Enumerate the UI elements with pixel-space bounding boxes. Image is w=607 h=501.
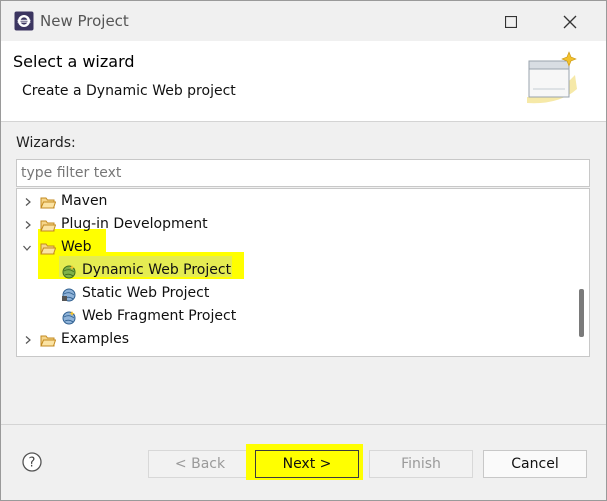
tree-item-label: Web bbox=[61, 239, 92, 255]
tree-item-maven[interactable]: Maven bbox=[17, 191, 565, 214]
eclipse-app-icon bbox=[14, 11, 34, 31]
back-button[interactable]: < Back bbox=[148, 450, 252, 478]
tree-item-label: Examples bbox=[61, 331, 130, 347]
tree-item-label: Plug-in Development bbox=[61, 216, 208, 232]
page-title: Select a wizard bbox=[13, 52, 135, 71]
title-bar: New Project bbox=[1, 1, 606, 41]
page-description: Create a Dynamic Web project bbox=[22, 83, 236, 99]
maximize-button[interactable] bbox=[495, 9, 527, 35]
help-icon[interactable]: ? bbox=[22, 452, 42, 472]
chevron-down-icon[interactable] bbox=[22, 243, 32, 253]
filter-input[interactable] bbox=[16, 159, 590, 187]
tree-item-label: Web Fragment Project bbox=[82, 308, 237, 324]
chevron-right-icon[interactable] bbox=[23, 335, 33, 345]
new-wizard-banner-icon bbox=[527, 51, 577, 104]
tree-item-examples[interactable]: Examples bbox=[17, 329, 565, 352]
wizard-header: Select a wizard Create a Dynamic Web pro… bbox=[1, 41, 606, 122]
chevron-right-icon[interactable] bbox=[23, 197, 33, 207]
folder-icon bbox=[40, 220, 56, 232]
maximize-icon bbox=[505, 16, 517, 28]
window-title: New Project bbox=[40, 12, 129, 30]
tree-item-label: Maven bbox=[61, 193, 108, 209]
chevron-right-icon[interactable] bbox=[23, 220, 33, 230]
tree-item-static-web-project[interactable]: Static Web Project bbox=[17, 283, 565, 306]
tree-item-dynamic-web-project[interactable]: Dynamic Web Project bbox=[17, 260, 565, 283]
new-project-dialog: New Project Select a wizard Create a Dyn… bbox=[0, 0, 607, 501]
tree-item-web-fragment-project[interactable]: Web Fragment Project bbox=[17, 306, 565, 329]
open-folder-icon bbox=[40, 243, 56, 255]
wizard-tree[interactable]: Maven Plug-in Development Web Dynamic We… bbox=[16, 188, 590, 357]
wizard-content: Wizards: Maven Plug-in Development bbox=[1, 122, 606, 422]
close-icon bbox=[563, 15, 577, 29]
button-bar: ? < Back Next > Finish Cancel bbox=[1, 424, 606, 500]
finish-button[interactable]: Finish bbox=[369, 450, 473, 478]
next-button[interactable]: Next > bbox=[255, 450, 359, 478]
tree-item-label: Dynamic Web Project bbox=[82, 262, 232, 278]
tree-scrollbar[interactable] bbox=[571, 189, 589, 356]
static-web-project-icon bbox=[62, 288, 76, 302]
tree-item-plugin-development[interactable]: Plug-in Development bbox=[17, 214, 565, 237]
tree-item-label: Static Web Project bbox=[82, 285, 210, 301]
wizards-label: Wizards: bbox=[16, 135, 76, 151]
folder-icon bbox=[40, 197, 56, 209]
folder-icon bbox=[40, 335, 56, 347]
web-fragment-project-icon bbox=[62, 311, 76, 325]
dynamic-web-project-icon bbox=[62, 265, 76, 279]
cancel-button[interactable]: Cancel bbox=[483, 450, 587, 478]
scrollbar-thumb[interactable] bbox=[579, 289, 584, 337]
close-button[interactable] bbox=[554, 9, 586, 35]
svg-text:?: ? bbox=[29, 456, 36, 471]
tree-item-web[interactable]: Web bbox=[17, 237, 565, 260]
